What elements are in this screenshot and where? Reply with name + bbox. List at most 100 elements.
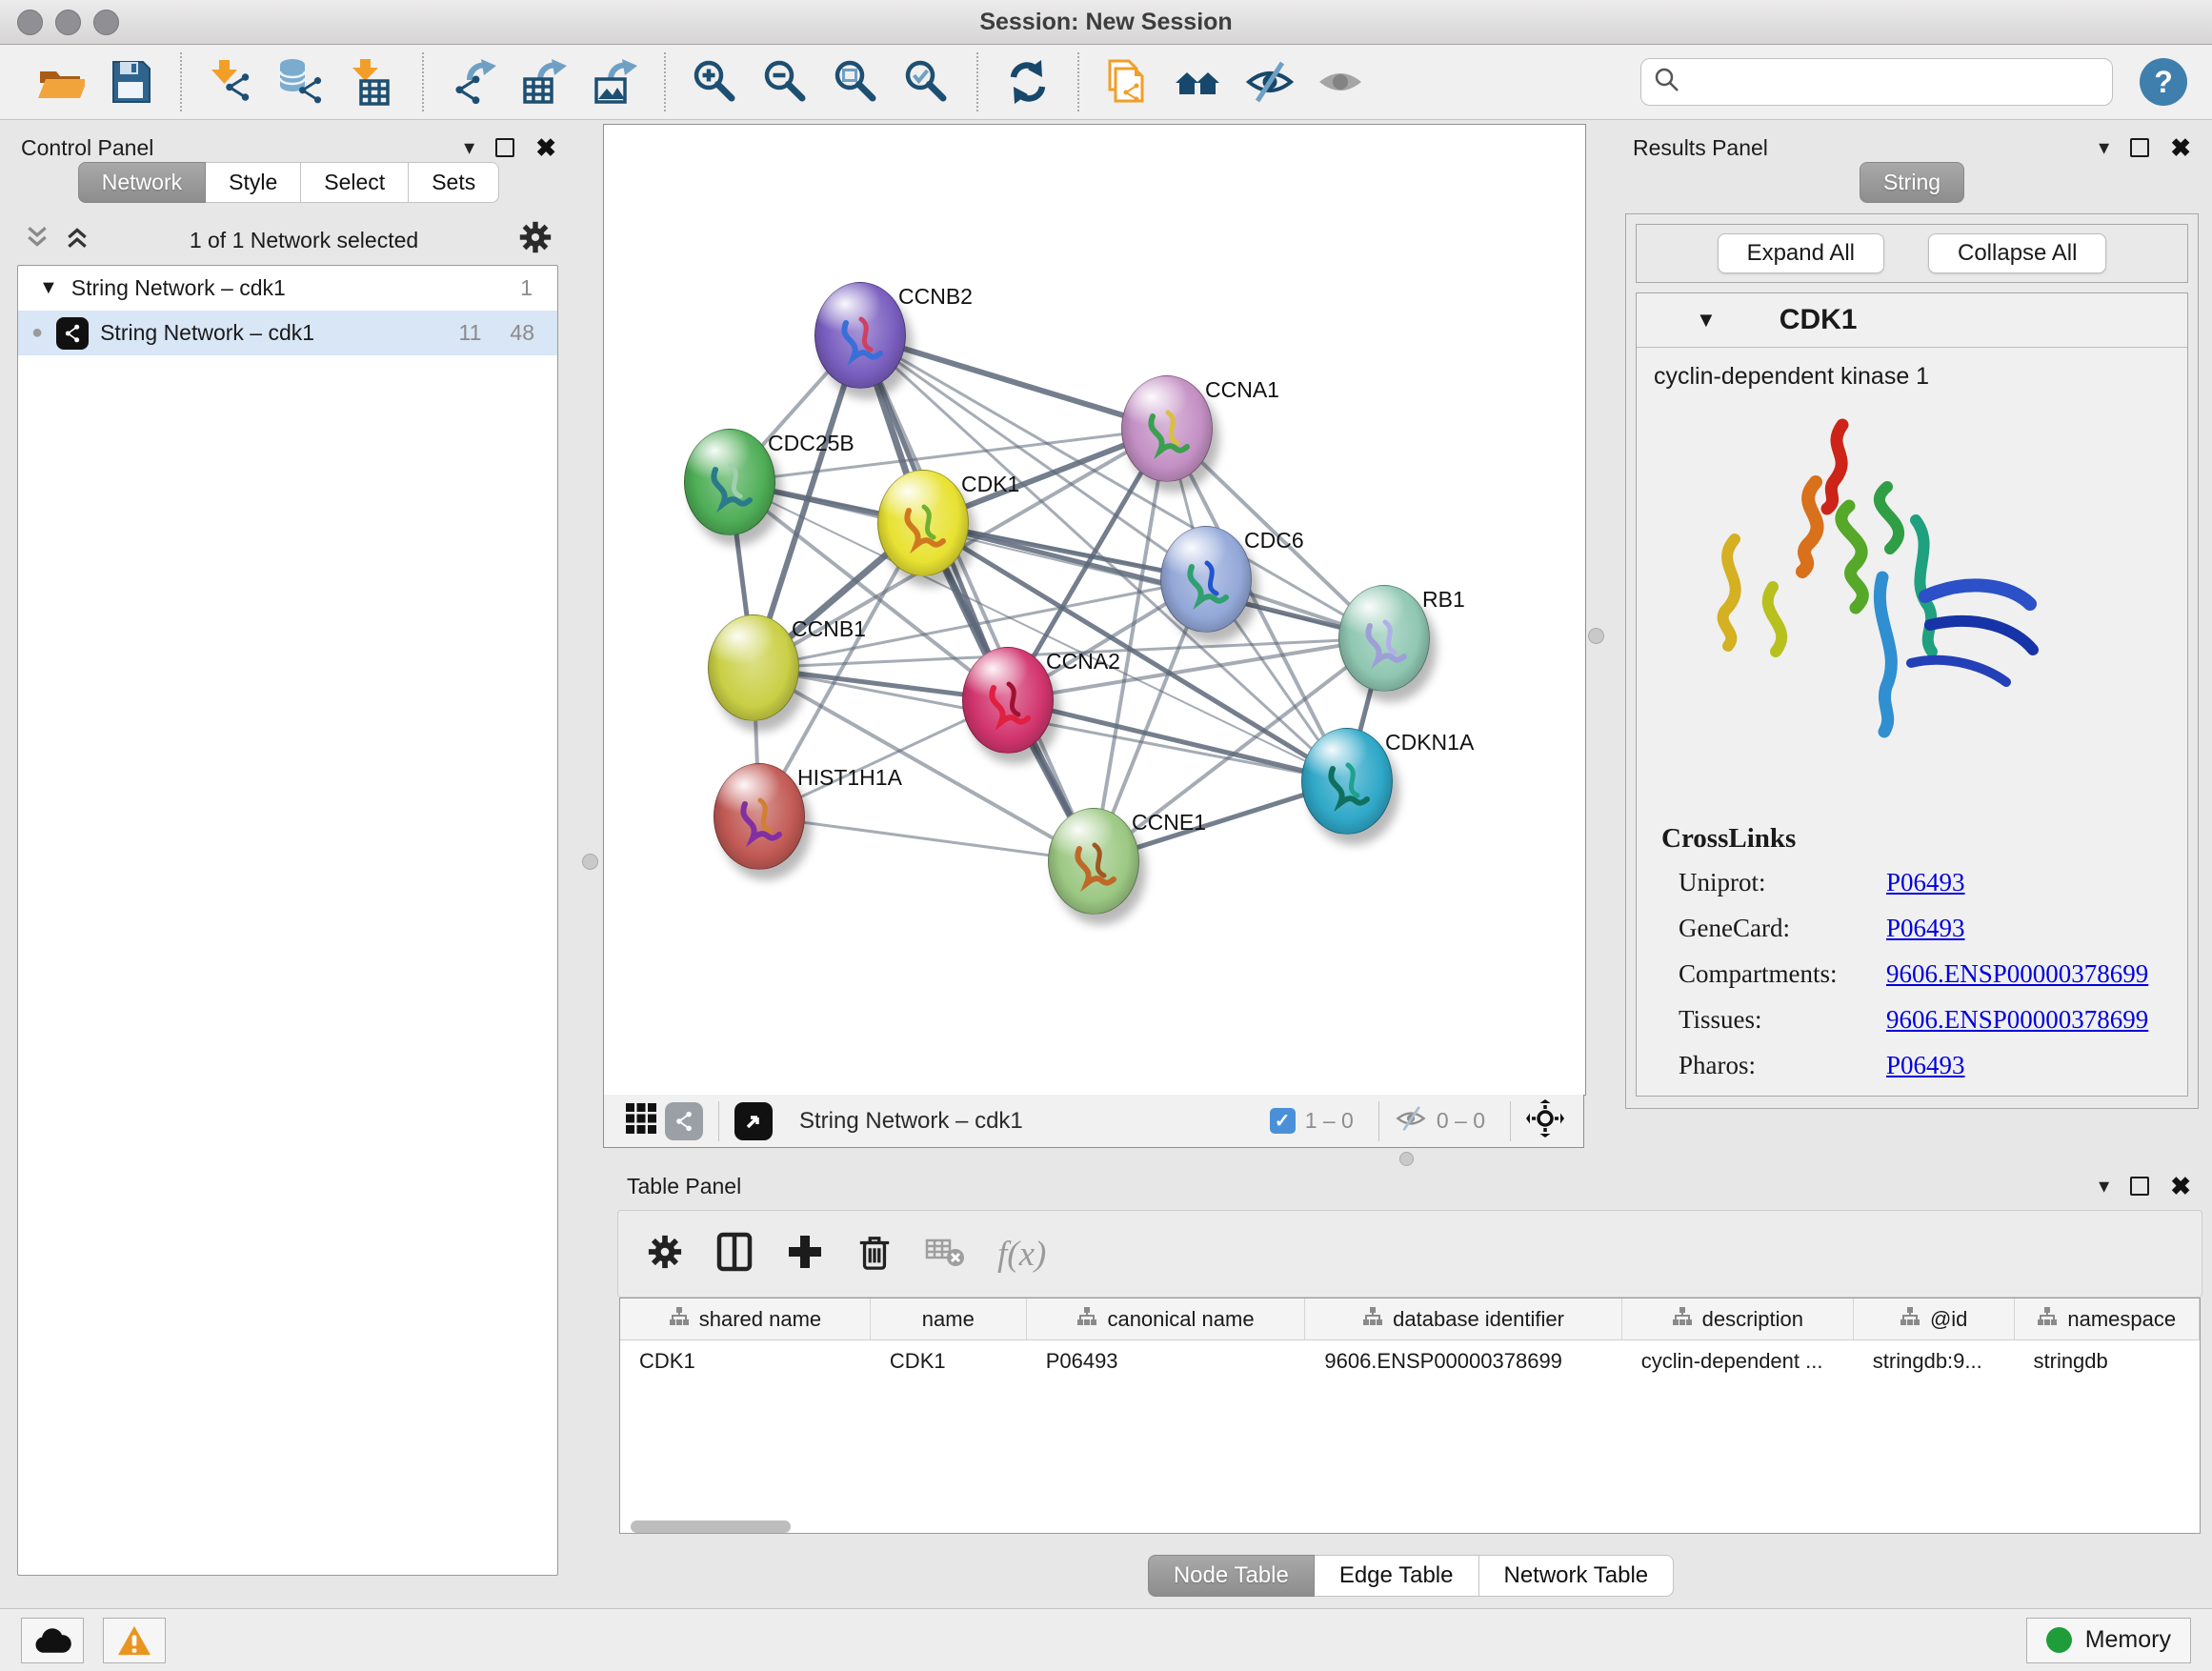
crosslink-link[interactable]: 9606.ENSP00000378699 bbox=[1886, 1005, 2148, 1035]
table-cell[interactable]: cyclin-dependent ... bbox=[1622, 1340, 1854, 1381]
collapse-all-icon[interactable] bbox=[25, 225, 50, 255]
network-options-gear-icon[interactable] bbox=[518, 220, 553, 260]
string-view-icon[interactable] bbox=[665, 1102, 703, 1140]
column-header-name[interactable]: name bbox=[871, 1299, 1027, 1339]
panel-menu-icon[interactable]: ▾ bbox=[464, 135, 474, 160]
bottom-splitter-handle[interactable] bbox=[1399, 1152, 1414, 1166]
hidden-eye-slash-icon[interactable] bbox=[1395, 1104, 1427, 1137]
panel-menu-icon[interactable]: ▾ bbox=[2099, 135, 2109, 160]
tab-network[interactable]: Network bbox=[78, 162, 206, 203]
fit-crosshair-icon[interactable] bbox=[1526, 1099, 1564, 1142]
node-CCNB2[interactable] bbox=[814, 282, 906, 389]
table-settings-gear-icon[interactable] bbox=[647, 1234, 683, 1275]
column-header-shared-name[interactable]: shared name bbox=[620, 1299, 871, 1339]
tab-select[interactable]: Select bbox=[301, 162, 409, 203]
node-RB1[interactable] bbox=[1338, 585, 1430, 692]
table-cell[interactable]: CDK1 bbox=[871, 1340, 1027, 1381]
column-header-canonical-name[interactable]: canonical name bbox=[1027, 1299, 1306, 1339]
column-header-description[interactable]: description bbox=[1622, 1299, 1854, 1339]
close-panel-icon[interactable]: ✖ bbox=[535, 135, 556, 160]
hide-selected-icon[interactable] bbox=[1243, 55, 1297, 109]
memory-button[interactable]: Memory bbox=[2026, 1618, 2191, 1663]
warning-button[interactable] bbox=[103, 1618, 166, 1663]
tab-node-table[interactable]: Node Table bbox=[1148, 1555, 1315, 1597]
table-row[interactable]: CDK1CDK1P064939606.ENSP00000378699cyclin… bbox=[620, 1340, 2200, 1382]
first-neighbors-icon[interactable] bbox=[1173, 55, 1226, 109]
gene-header-row[interactable]: ▼ CDK1 bbox=[1637, 293, 2187, 348]
table-cell[interactable]: stringdb:9... bbox=[1854, 1340, 2015, 1381]
table-cell[interactable]: P06493 bbox=[1027, 1340, 1306, 1381]
export-table-icon[interactable] bbox=[517, 55, 571, 109]
import-network-db-icon[interactable] bbox=[275, 55, 329, 109]
panel-menu-icon[interactable]: ▾ bbox=[2099, 1174, 2109, 1198]
network-collection-row[interactable]: ▼ String Network – cdk1 1 bbox=[18, 266, 557, 311]
float-panel-icon[interactable] bbox=[495, 138, 514, 157]
close-panel-icon[interactable]: ✖ bbox=[2170, 135, 2191, 160]
delete-column-icon[interactable] bbox=[856, 1232, 893, 1277]
minimize-window-button[interactable] bbox=[55, 10, 81, 35]
node-CCNA1[interactable] bbox=[1121, 375, 1213, 482]
tab-network-table[interactable]: Network Table bbox=[1479, 1555, 1675, 1597]
help-button[interactable]: ? bbox=[2140, 58, 2187, 106]
save-icon[interactable] bbox=[104, 55, 157, 109]
zoom-fit-icon[interactable] bbox=[830, 55, 883, 109]
grid-view-icon[interactable] bbox=[625, 1102, 657, 1139]
tab-string[interactable]: String bbox=[1860, 162, 1964, 203]
show-columns-icon[interactable] bbox=[715, 1232, 754, 1277]
gene-collapse-icon[interactable]: ▼ bbox=[1696, 308, 1717, 332]
search-box[interactable] bbox=[1640, 58, 2113, 106]
collapse-all-button[interactable]: Collapse All bbox=[1928, 233, 2106, 273]
left-splitter-handle[interactable] bbox=[582, 854, 598, 870]
import-table-icon[interactable] bbox=[346, 55, 399, 109]
float-panel-icon[interactable] bbox=[2130, 1177, 2149, 1196]
zoom-in-icon[interactable] bbox=[689, 55, 742, 109]
tab-sets[interactable]: Sets bbox=[409, 162, 499, 203]
table-hscrollbar[interactable] bbox=[631, 1520, 791, 1533]
detach-view-icon[interactable] bbox=[734, 1102, 773, 1140]
network-row[interactable]: ● String Network – cdk1 11 48 bbox=[18, 311, 557, 355]
node-HIST1H1A[interactable] bbox=[714, 763, 805, 870]
crosslink-link[interactable]: 9606.ENSP00000378699 bbox=[1886, 959, 2148, 989]
expand-all-button[interactable]: Expand All bbox=[1718, 233, 1884, 273]
export-image-icon[interactable] bbox=[588, 55, 641, 109]
expand-all-icon[interactable] bbox=[65, 225, 90, 255]
cloud-button[interactable] bbox=[21, 1618, 84, 1663]
selected-checkbox-icon[interactable]: ✓ bbox=[1270, 1108, 1296, 1134]
tab-edge-table[interactable]: Edge Table bbox=[1315, 1555, 1479, 1597]
network-canvas[interactable]: CCNB2 CCNA1 CDC25B CDK1 CDC6 RB1CCNB1 CC… bbox=[603, 124, 1586, 1096]
node-table[interactable]: shared namenamecanonical namedatabase id… bbox=[619, 1298, 2201, 1534]
node-CDK1[interactable] bbox=[877, 470, 969, 576]
node-CDC6[interactable] bbox=[1160, 526, 1252, 633]
zoom-window-button[interactable] bbox=[93, 10, 119, 35]
close-panel-icon[interactable]: ✖ bbox=[2170, 1174, 2191, 1198]
node-CCNB1[interactable] bbox=[708, 614, 799, 721]
zoom-selected-icon[interactable] bbox=[900, 55, 954, 109]
column-header-@id[interactable]: @id bbox=[1854, 1299, 2015, 1339]
column-header-database-identifier[interactable]: database identifier bbox=[1305, 1299, 1621, 1339]
node-CCNA2[interactable] bbox=[962, 647, 1054, 754]
float-panel-icon[interactable] bbox=[2130, 138, 2149, 157]
add-column-icon[interactable] bbox=[786, 1233, 824, 1276]
search-input[interactable] bbox=[1681, 68, 2101, 96]
zoom-out-icon[interactable] bbox=[759, 55, 813, 109]
string-doc-icon[interactable] bbox=[1102, 55, 1156, 109]
export-network-icon[interactable] bbox=[447, 55, 500, 109]
collection-expand-icon[interactable]: ▼ bbox=[39, 277, 58, 299]
refresh-icon[interactable] bbox=[1001, 55, 1055, 109]
node-CCNE1[interactable] bbox=[1048, 808, 1139, 915]
show-hidden-icon[interactable] bbox=[1314, 55, 1367, 109]
tab-style[interactable]: Style bbox=[206, 162, 301, 203]
table-cell[interactable]: stringdb bbox=[2015, 1340, 2201, 1381]
open-folder-icon[interactable] bbox=[33, 55, 87, 109]
column-header-namespace[interactable]: namespace bbox=[2015, 1299, 2200, 1339]
crosslink-link[interactable]: P06493 bbox=[1886, 1051, 1965, 1080]
crosslink-link[interactable]: P06493 bbox=[1886, 914, 1965, 943]
table-cell[interactable]: 9606.ENSP00000378699 bbox=[1305, 1340, 1621, 1381]
import-network-icon[interactable] bbox=[205, 55, 258, 109]
close-window-button[interactable] bbox=[17, 10, 43, 35]
node-CDKN1A[interactable] bbox=[1301, 728, 1393, 835]
crosslink-link[interactable]: P06493 bbox=[1886, 868, 1965, 897]
node-CDC25B[interactable] bbox=[684, 429, 775, 535]
table-cell[interactable]: CDK1 bbox=[620, 1340, 871, 1381]
right-splitter-handle[interactable] bbox=[1588, 628, 1604, 644]
